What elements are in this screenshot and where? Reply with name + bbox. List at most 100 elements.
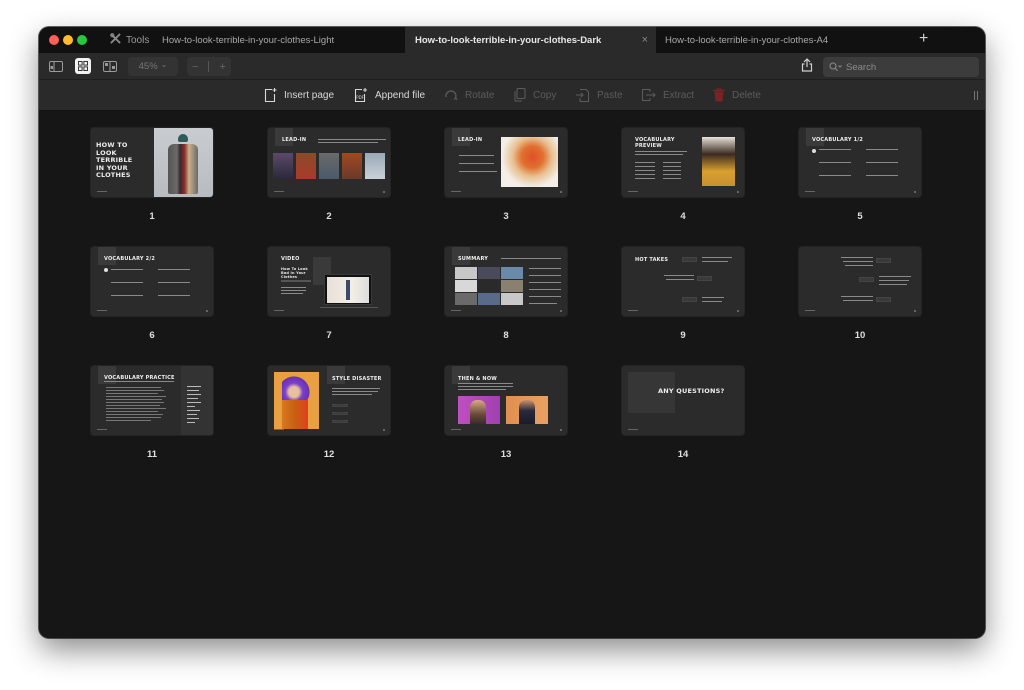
slide-title: LEAD-IN <box>282 137 307 143</box>
extract-icon <box>642 89 656 101</box>
slide-photo <box>154 128 213 197</box>
tools-button[interactable]: Tools <box>110 27 149 53</box>
page-thumbnail-5[interactable]: VOCABULARY 1/2 <box>799 128 921 197</box>
resize-handle[interactable] <box>974 91 978 100</box>
tab-light[interactable]: How-to-look-terrible-in-your-clothes-Lig… <box>152 27 404 53</box>
slide-subtitle: How To Look Bad In Your Clothes <box>281 267 308 279</box>
close-tab-icon[interactable]: × <box>642 34 648 46</box>
close-window-button[interactable] <box>49 35 59 45</box>
page-number: 11 <box>146 449 158 460</box>
page-thumbnail-10[interactable] <box>799 247 921 316</box>
copy-icon <box>514 88 526 102</box>
paste-icon <box>576 89 589 102</box>
copy-label: Copy <box>533 89 557 101</box>
slide-title: STYLE DISASTER <box>332 376 382 382</box>
page-number: 12 <box>323 449 335 460</box>
app-window: Tools How-to-look-terrible-in-your-cloth… <box>39 27 985 638</box>
search-placeholder: Search <box>846 61 877 73</box>
page-number: 10 <box>854 330 866 341</box>
share-button[interactable] <box>801 58 813 77</box>
grid-icon <box>78 61 88 71</box>
rotate-label: Rotate <box>465 89 495 101</box>
insert-page-label: Insert page <box>284 90 335 101</box>
slide-title: HOW TO LOOK TERRIBLE IN YOUR CLOTHES <box>96 141 133 180</box>
page-number: 9 <box>680 330 686 341</box>
page-thumbnail-3[interactable]: LEAD-IN <box>445 128 567 197</box>
slide-title: ANY QUESTIONS? <box>658 387 725 395</box>
toolbar: 45% ⌄ − + Search <box>39 53 985 79</box>
page-thumbnail-1[interactable]: HOW TO LOOK TERRIBLE IN YOUR CLOTHES <box>91 128 213 197</box>
slide-title: VOCABULARY 1/2 <box>812 137 864 143</box>
page-number: 4 <box>680 211 686 222</box>
append-pdf-icon: PDF <box>354 88 367 103</box>
copy-button[interactable]: Copy <box>514 88 556 102</box>
tab-label: How-to-look-terrible-in-your-clothes-Dar… <box>415 34 602 46</box>
paste-label: Paste <box>597 89 623 101</box>
slide-title: THEN & NOW <box>458 376 497 382</box>
zoom-in-button[interactable]: + <box>220 61 226 73</box>
extract-label: Extract <box>663 89 695 101</box>
minimize-window-button[interactable] <box>63 35 73 45</box>
slide-title: VIDEO <box>281 256 300 262</box>
share-icon <box>801 58 813 72</box>
page-number: 14 <box>677 449 689 460</box>
page-number: 3 <box>503 211 509 222</box>
zoom-level-select[interactable]: 45% ⌄ <box>128 57 178 76</box>
page-number: 13 <box>500 449 512 460</box>
page-number: 1 <box>149 211 155 222</box>
zoom-out-button[interactable]: − <box>192 61 198 73</box>
page-thumbnail-2[interactable]: LEAD-IN <box>268 128 390 197</box>
grid-view-button[interactable] <box>75 58 91 74</box>
page-thumbnail-7[interactable]: VIDEO How To Look Bad In Your Clothes <box>268 247 390 316</box>
insert-page-icon <box>264 88 277 103</box>
page-grid: HOW TO LOOK TERRIBLE IN YOUR CLOTHES 1 L… <box>39 111 985 638</box>
page-number: 2 <box>326 211 332 222</box>
new-tab-button[interactable]: + <box>919 31 928 47</box>
slide-title: VOCABULARY 2/2 <box>104 256 156 262</box>
tab-bar: Tools How-to-look-terrible-in-your-cloth… <box>39 27 985 53</box>
paste-button[interactable]: Paste <box>576 88 623 102</box>
zoom-value: 45% <box>138 61 158 72</box>
slide-title: VOCABULARY PREVIEW <box>635 137 675 149</box>
tools-label: Tools <box>126 34 150 46</box>
page-thumbnail-8[interactable]: SUMMARY <box>445 247 567 316</box>
insert-page-button[interactable]: Insert page <box>264 88 334 103</box>
tab-label: How-to-look-terrible-in-your-clothes-A4 <box>665 34 829 46</box>
rotate-button[interactable]: Rotate <box>444 88 494 102</box>
delete-button[interactable]: Delete <box>713 88 761 102</box>
delete-label: Delete <box>732 89 761 101</box>
slide-title: SUMMARY <box>458 256 489 262</box>
divider <box>208 61 210 72</box>
tools-icon <box>110 33 121 47</box>
fullscreen-window-button[interactable] <box>77 35 87 45</box>
page-number: 5 <box>857 211 863 222</box>
rotate-icon <box>445 90 458 101</box>
sidebar-view-button[interactable] <box>48 58 64 74</box>
page-thumbnail-11[interactable]: VOCABULARY PRACTICE <box>91 366 213 435</box>
search-icon <box>829 62 842 72</box>
tab-dark[interactable]: How-to-look-terrible-in-your-clothes-Dar… <box>405 27 656 53</box>
page-thumbnail-6[interactable]: VOCABULARY 2/2 <box>91 247 213 316</box>
tab-label: How-to-look-terrible-in-your-clothes-Lig… <box>162 34 335 46</box>
page-thumbnail-14[interactable]: ANY QUESTIONS? <box>622 366 744 435</box>
slide-title: LEAD-IN <box>458 137 483 143</box>
search-input[interactable]: Search <box>823 57 979 77</box>
two-page-view-button[interactable] <box>102 58 118 74</box>
tab-a4[interactable]: How-to-look-terrible-in-your-clothes-A4 <box>655 27 907 53</box>
page-thumbnail-13[interactable]: THEN & NOW <box>445 366 567 435</box>
page-number: 7 <box>326 330 332 341</box>
svg-text:PDF: PDF <box>356 95 364 100</box>
page-thumbnail-4[interactable]: VOCABULARY PREVIEW <box>622 128 744 197</box>
page-thumbnail-9[interactable]: HOT TAKES <box>622 247 744 316</box>
action-bar: Insert page PDF Append file Rotate Copy … <box>39 79 985 111</box>
extract-button[interactable]: Extract <box>641 88 694 102</box>
append-file-button[interactable]: PDF Append file <box>354 88 425 103</box>
trash-icon <box>713 88 725 102</box>
zoom-stepper: − + <box>187 57 231 76</box>
two-page-icon <box>103 60 117 72</box>
sidebar-icon <box>49 60 63 72</box>
page-number: 6 <box>149 330 155 341</box>
page-number: 8 <box>503 330 509 341</box>
page-thumbnail-12[interactable]: STYLE DISASTER <box>268 366 390 435</box>
slide-footer <box>97 191 107 192</box>
